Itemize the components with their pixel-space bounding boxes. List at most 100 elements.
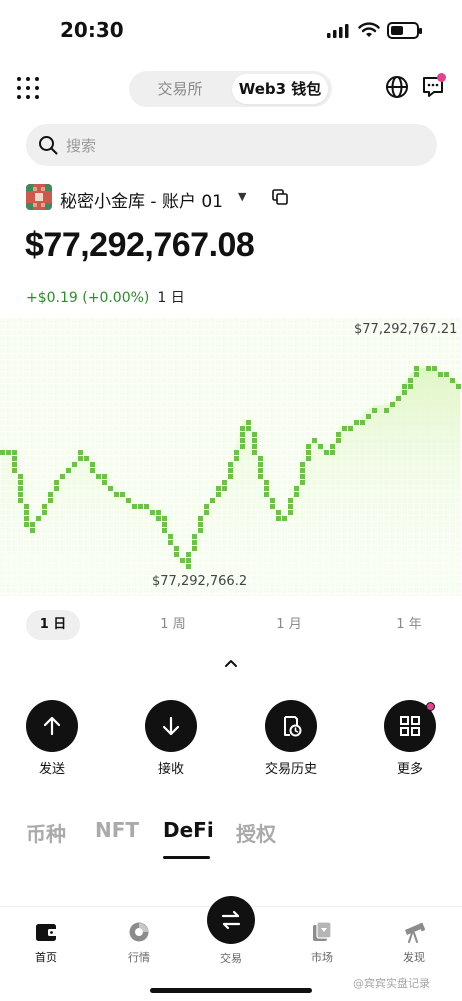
notification-dot	[437, 73, 446, 82]
chart-point	[240, 438, 245, 443]
tab-web3-wallet[interactable]: Web3 钱包	[232, 74, 328, 104]
chart-point	[360, 420, 365, 425]
chart-point	[186, 558, 191, 563]
range-1y[interactable]: 1 年	[382, 610, 436, 640]
chart-point	[228, 474, 233, 479]
status-bar: 20:30	[0, 0, 462, 62]
chart-point	[192, 546, 197, 551]
chart-point	[144, 504, 149, 509]
chart-point	[192, 540, 197, 545]
send-button[interactable]: 发送	[12, 700, 92, 777]
range-1w[interactable]: 1 周	[146, 610, 200, 640]
chart-point	[24, 516, 29, 521]
chart-point	[252, 438, 257, 443]
watermark: @宾宾实盘记录	[353, 977, 430, 990]
range-1d[interactable]: 1 日	[26, 610, 80, 640]
copy-icon[interactable]	[272, 189, 288, 205]
chart-point	[258, 462, 263, 467]
tab-defi[interactable]: DeFi	[163, 818, 214, 842]
chart-point	[132, 504, 137, 509]
chart-point	[288, 498, 293, 503]
chart-point	[210, 498, 215, 503]
send-label: 发送	[38, 762, 65, 777]
range-1m[interactable]: 1 月	[262, 610, 316, 640]
search-input[interactable]: 搜索	[26, 124, 437, 166]
chart-point	[42, 510, 47, 515]
chevron-up-icon[interactable]	[224, 658, 238, 668]
chart-point	[96, 474, 101, 479]
nav-market[interactable]: 行情	[109, 921, 169, 965]
chart-point	[150, 510, 155, 515]
chart-point	[294, 486, 299, 491]
chart-point	[246, 420, 251, 425]
chart-point	[108, 486, 113, 491]
chart-point	[48, 498, 53, 503]
chart-point	[258, 474, 263, 479]
search-placeholder: 搜索	[66, 137, 97, 155]
nav-market-label: 行情	[128, 951, 150, 964]
chart-point	[306, 444, 311, 449]
chart-point	[300, 468, 305, 473]
tab-exchange[interactable]: 交易所	[135, 74, 225, 104]
chart-point	[78, 456, 83, 461]
wifi-icon	[358, 22, 380, 37]
account-name[interactable]: 秘密小金库 - 账户 01	[60, 187, 223, 212]
chart-point	[384, 408, 389, 413]
receive-label: 接收	[157, 762, 184, 777]
chart-point	[414, 366, 419, 371]
battery-icon	[387, 22, 422, 39]
chart-point	[84, 456, 89, 461]
balance-chart[interactable]	[0, 318, 462, 596]
tab-approvals[interactable]: 授权	[236, 818, 276, 847]
chart-point	[252, 450, 257, 455]
chart-point	[342, 426, 347, 431]
chart-point	[288, 504, 293, 509]
chart-point	[336, 438, 341, 443]
chart-point	[54, 480, 59, 485]
grid-menu-icon[interactable]	[16, 76, 40, 100]
more-label: 更多	[396, 762, 423, 777]
nav-marketplace[interactable]: 市场	[292, 921, 352, 965]
chart-point	[324, 450, 329, 455]
swap-icon	[221, 910, 241, 930]
chart-point	[198, 516, 203, 521]
action-buttons: 发送 接收 交易历史 更多	[0, 700, 462, 780]
chart-point	[252, 432, 257, 437]
chart-point	[414, 372, 419, 377]
history-button[interactable]: 交易历史	[251, 700, 331, 777]
receive-button[interactable]: 接收	[131, 700, 211, 777]
caret-down-icon[interactable]: ▼	[238, 190, 246, 203]
nav-home-label: 首页	[35, 951, 57, 964]
chart-point	[408, 384, 413, 389]
chart-point	[390, 402, 395, 407]
chart-point	[372, 408, 377, 413]
marketplace-icon	[313, 921, 332, 941]
nav-explore-label: 发现	[403, 951, 425, 964]
chart-point	[264, 486, 269, 491]
chart-point	[432, 366, 437, 371]
arrow-down-icon	[162, 716, 180, 736]
chart-point	[450, 378, 455, 383]
chart-point	[168, 540, 173, 545]
chart-point	[168, 534, 173, 539]
nav-explore[interactable]: 发现	[384, 921, 444, 965]
chart-point	[222, 480, 227, 485]
apps-icon	[400, 716, 420, 736]
globe-icon[interactable]	[385, 75, 409, 99]
nav-trade-button[interactable]	[207, 896, 255, 944]
chart-point	[264, 492, 269, 497]
chart-point	[282, 516, 287, 521]
change-value: +$0.19 (+0.00%)	[26, 290, 150, 306]
chart-point	[30, 522, 35, 527]
tab-tokens[interactable]: 币种	[26, 818, 66, 847]
nav-home[interactable]: 首页	[16, 921, 76, 965]
chart-point	[198, 528, 203, 533]
chart-point	[204, 510, 209, 515]
chart-point	[6, 450, 11, 455]
chart-point	[396, 396, 401, 401]
chart-point	[234, 456, 239, 461]
more-button[interactable]: 更多	[370, 700, 450, 777]
chart-point	[90, 468, 95, 473]
tab-nft[interactable]: NFT	[95, 818, 139, 842]
chart-point	[126, 498, 131, 503]
